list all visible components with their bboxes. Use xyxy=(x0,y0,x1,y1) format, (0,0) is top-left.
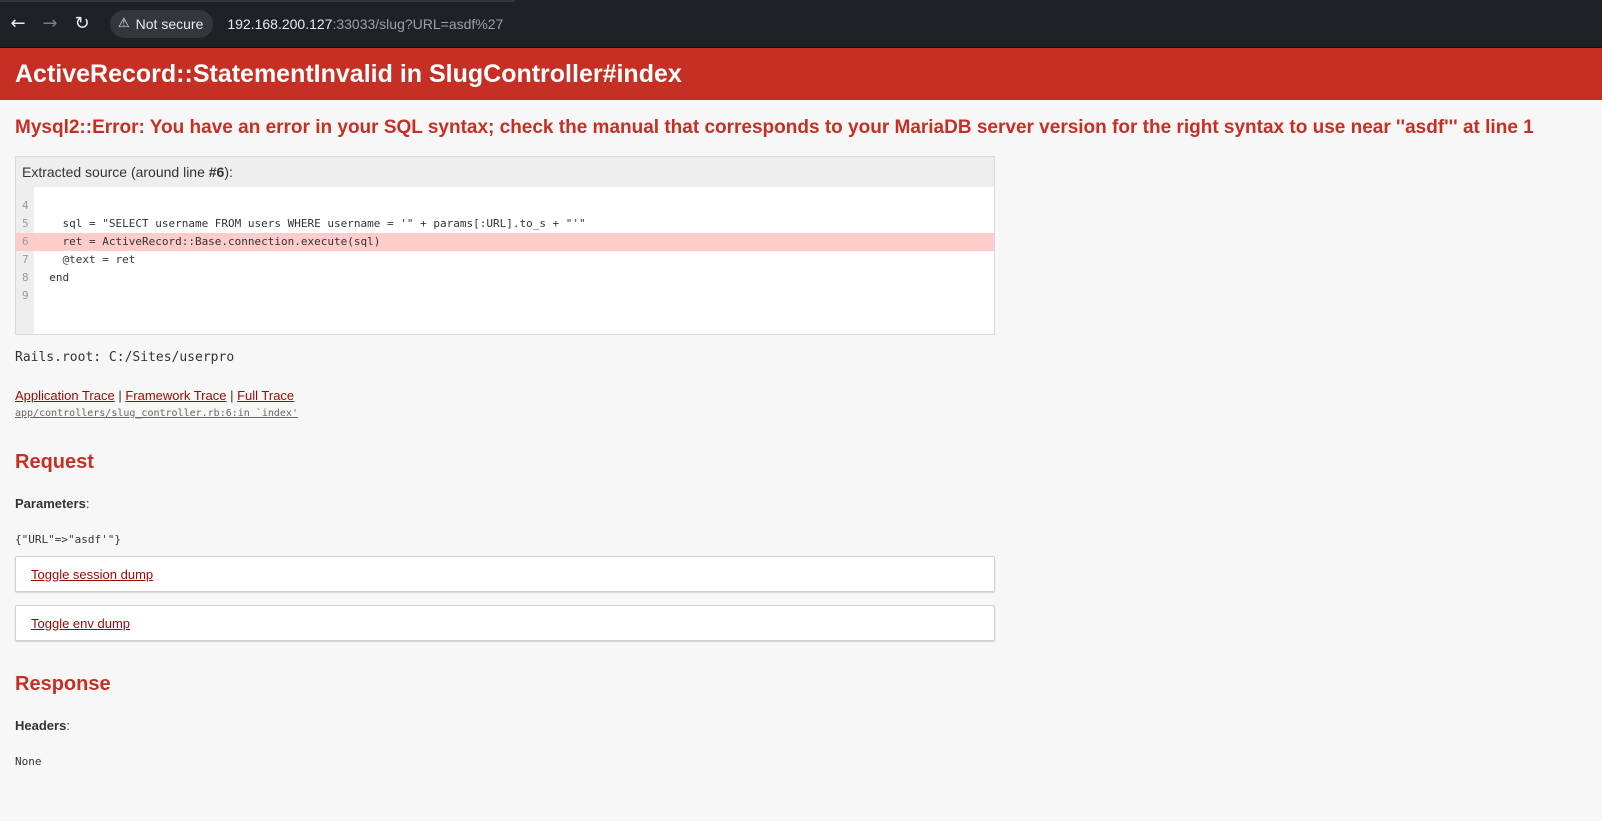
headers-label-text: Headers xyxy=(15,718,67,733)
full-trace-link[interactable]: Full Trace xyxy=(237,388,294,403)
url-text[interactable]: 192.168.200.127:33033/slug?URL=asdf%27 xyxy=(227,16,503,32)
line-number: 7 xyxy=(22,253,29,266)
trace-line: app/controllers/slug_controller.rb:6:in … xyxy=(15,408,1587,419)
page-title: ActiveRecord::StatementInvalid in SlugCo… xyxy=(15,59,682,88)
extracted-source: Extracted source (around line #6): 4 5 6 7 8… xyxy=(15,156,995,335)
back-arrow-icon[interactable]: ← xyxy=(4,10,32,38)
browser-toolbar: ← → ↻ ⚠ Not secure 192.168.200.127:33033… xyxy=(0,0,1602,48)
security-chip[interactable]: ⚠ Not secure xyxy=(110,9,214,38)
code-line: sql = "SELECT username FROM users WHERE … xyxy=(36,217,586,230)
line-number: 8 xyxy=(22,271,29,284)
parameters-value: {"URL"=>"asdf'"} xyxy=(15,533,121,546)
line-numbers: 4 5 6 7 8 9 xyxy=(16,187,34,334)
source-info: Extracted source (around line #6): xyxy=(16,157,994,187)
response-heading: Response xyxy=(15,673,111,695)
source-code: 4 5 6 7 8 9 sql = "SELECT username FROM users… xyxy=(16,187,994,334)
trace-separator: | xyxy=(226,388,238,403)
url-host: 192.168.200.127 xyxy=(227,15,333,32)
line-number: 6 xyxy=(16,233,34,251)
trace-separator: | xyxy=(114,388,126,403)
forward-arrow-icon[interactable]: → xyxy=(36,10,64,38)
code-line: end xyxy=(36,271,70,284)
rails-root: Rails.root: C:/Sites/userpro xyxy=(15,350,235,365)
source-info-line: #6 xyxy=(208,164,225,180)
security-label: Not secure xyxy=(135,15,204,32)
trace-frame-link[interactable]: app/controllers/slug_controller.rb:6:in … xyxy=(15,408,298,419)
line-number: 5 xyxy=(22,217,29,230)
code-lines: sql = "SELECT username FROM users WHERE … xyxy=(34,197,994,334)
application-trace-link[interactable]: Application Trace xyxy=(15,388,115,403)
request-heading: Request xyxy=(15,451,94,473)
error-message: Mysql2::Error: You have an error in your… xyxy=(15,117,1534,138)
warning-icon: ⚠ xyxy=(118,16,130,31)
trace-links: Application Trace | Framework Trace | Fu… xyxy=(15,388,1587,403)
source-info-suffix: ): xyxy=(224,164,233,180)
session-dump-box: Toggle session dump xyxy=(15,556,995,592)
code-line: ret = ActiveRecord::Base.connection.exec… xyxy=(34,233,994,251)
address-bar[interactable]: ⚠ Not secure 192.168.200.127:33033/slug?… xyxy=(110,7,504,40)
toggle-session-dump-link[interactable]: Toggle session dump xyxy=(31,567,153,582)
framework-trace-link[interactable]: Framework Trace xyxy=(125,388,226,403)
main-content: Mysql2::Error: You have an error in your… xyxy=(0,117,1602,768)
error-header: ActiveRecord::StatementInvalid in SlugCo… xyxy=(0,48,1602,100)
line-number: 9 xyxy=(22,289,29,302)
headers-label: Headers: xyxy=(15,718,70,733)
line-number: 4 xyxy=(22,199,29,212)
reload-icon[interactable]: ↻ xyxy=(68,10,96,38)
parameters-label: Parameters: xyxy=(15,496,90,511)
code-line: @text = ret xyxy=(36,253,136,266)
headers-value: None xyxy=(15,755,42,768)
env-dump-box: Toggle env dump xyxy=(15,605,995,641)
url-path: :33033/slug?URL=asdf%27 xyxy=(332,15,504,32)
toggle-env-dump-link[interactable]: Toggle env dump xyxy=(31,616,130,631)
source-info-prefix: Extracted source (around line xyxy=(22,164,209,180)
parameters-label-text: Parameters xyxy=(15,496,86,511)
